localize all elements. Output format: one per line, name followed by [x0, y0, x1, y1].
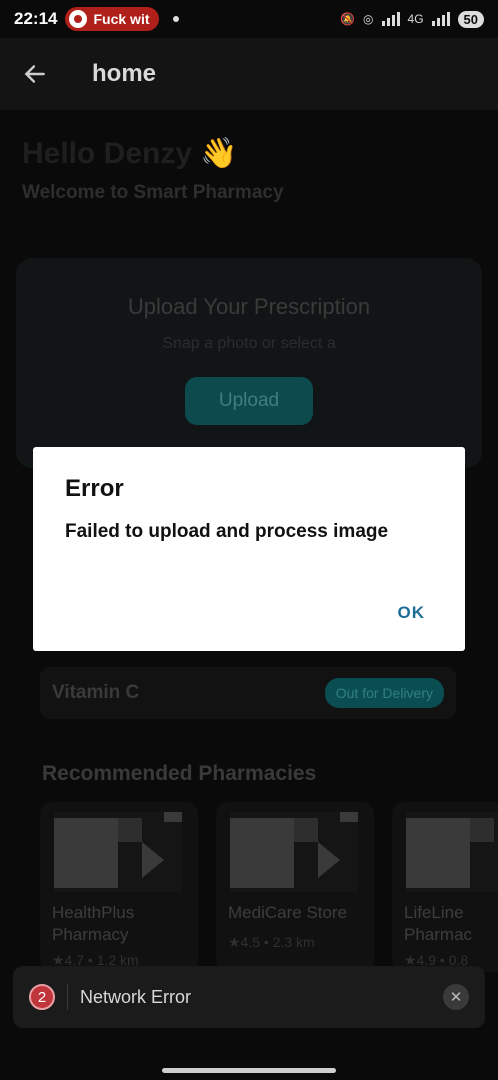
mute-icon: 🔕 [340, 12, 356, 26]
network-error-toast[interactable]: 2 Network Error ✕ [13, 966, 485, 1028]
upload-title: Upload Your Prescription [127, 294, 371, 319]
upload-card [16, 258, 482, 468]
pharmacy-name: HealthPlus Pharmacy [52, 903, 135, 944]
app-bar: home [0, 38, 498, 110]
pharmacy-logo-icon [406, 812, 498, 892]
welcome-subtitle: Welcome to Smart Pharmacy [22, 182, 284, 203]
close-icon[interactable]: ✕ [443, 984, 469, 1010]
signal-icon-2 [431, 12, 450, 26]
notification-dot-icon [172, 16, 179, 22]
pharmacy-logo-icon [230, 812, 358, 892]
medicine-name: Vitamin C [52, 682, 140, 703]
error-dialog: Error Failed to upload and process image… [33, 447, 465, 651]
status-badge: Out for Delivery [324, 678, 444, 708]
recommended-title: Recommended Pharmacies [42, 762, 317, 785]
toast-divider [67, 984, 68, 1010]
upload-button[interactable]: Upload [185, 377, 313, 425]
order-card[interactable]: Vitamin C Out for Delivery [40, 667, 456, 719]
notification-pill[interactable]: Fuck wit [65, 7, 159, 31]
upload-subtitle: Snap a photo or select a [162, 335, 336, 352]
notification-app-icon [69, 10, 88, 28]
pharmacy-name: MediCare Store [228, 903, 348, 922]
toast-message: Network Error [80, 986, 192, 1007]
pharmacy-card[interactable]: LifeLine Pharmac ★4.9 • 0.8 [392, 802, 498, 972]
dialog-message: Failed to upload and process image [65, 521, 389, 542]
status-time: 22:14 [14, 9, 58, 28]
back-arrow-icon[interactable] [22, 61, 48, 87]
system-icons: 🔕 ◎ 4G 50 [340, 10, 484, 28]
greeting-text: Hello Denzy [22, 137, 193, 170]
network-type: 4G [407, 12, 424, 26]
signal-icon [381, 12, 400, 26]
greeting-title: Hello Denzy 👋 [22, 136, 238, 171]
pharmacy-logo-icon [54, 812, 182, 892]
notification-text: Fuck wit [93, 11, 150, 27]
dialog-title: Error [65, 475, 124, 502]
home-indicator[interactable] [162, 1068, 336, 1073]
pharmacy-meta: ★4.5 • 2.3 km [228, 934, 315, 950]
hotspot-icon: ◎ [363, 12, 374, 26]
pharmacy-name: LifeLine Pharmac [404, 903, 473, 944]
error-count-badge: 2 [29, 984, 55, 1010]
ok-button[interactable]: OK [398, 603, 426, 623]
pharmacy-card[interactable]: HealthPlus Pharmacy ★4.7 • 1.2 km [40, 802, 198, 972]
battery-indicator: 50 [457, 10, 484, 28]
page-title: home [92, 60, 157, 87]
wave-icon: 👋 [200, 137, 238, 170]
status-bar: 22:14 Fuck wit 🔕 ◎ 4G 50 [0, 0, 498, 38]
pharmacy-card[interactable]: MediCare Store ★4.5 • 2.3 km [216, 802, 374, 972]
